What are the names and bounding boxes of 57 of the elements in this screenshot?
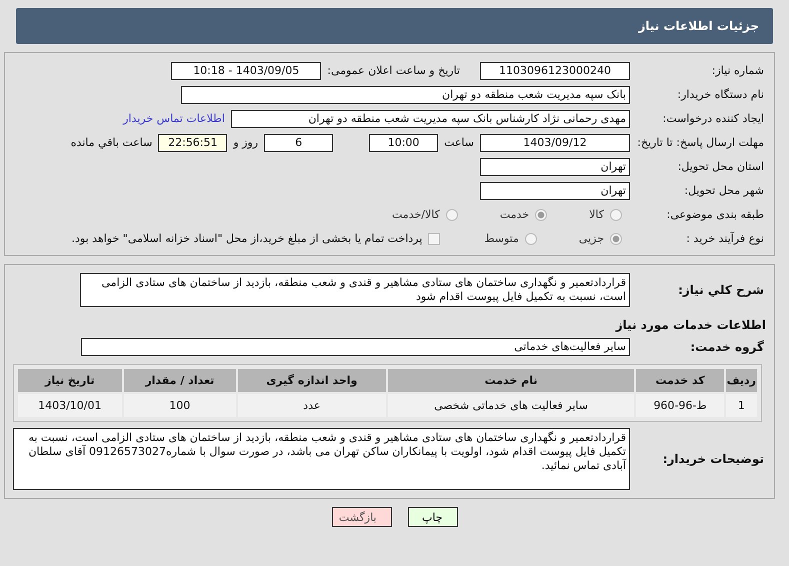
days-field: 6 bbox=[264, 134, 334, 152]
need-number-field: 1103096123000240 bbox=[480, 62, 630, 80]
time-label: ساعت bbox=[444, 136, 474, 149]
radio-label: خدمت bbox=[500, 208, 530, 221]
table-cell: عدد bbox=[238, 394, 386, 417]
field-label: نوع فرآیند خرید : bbox=[685, 232, 765, 245]
radio-button[interactable] bbox=[535, 208, 548, 220]
service-group-field: سایر فعالیت‌های خدماتی bbox=[81, 338, 630, 356]
table-cell: ط-96-960 bbox=[636, 394, 724, 417]
radio-label: جزیی bbox=[578, 232, 604, 245]
radio-label: کالا bbox=[589, 208, 604, 221]
days-label: روز و bbox=[233, 136, 258, 149]
deadline-time-field: 10:00 bbox=[369, 134, 438, 152]
buyer-notes-box: قراردادتعمیر و نگهداری ساختمان های ستادی مشاهیر و قندی و شعب منطقه، بازدید از ساختمان های ستادی الزامی است، نسبت به تکمیل فایل پیوست اقدام شود، اولویت با پیمانکاران ساکن تهران می باشد، در صورت سوال با شماره09126573027 آقای سلطان آبادی تماس نمائید. bbox=[13, 428, 630, 490]
creator-field: مهدی رحمانی نژاد کارشناس بانک سپه مدیریت شعب منطقه دو تهران bbox=[231, 110, 630, 128]
table-cell: 1 bbox=[726, 394, 757, 417]
radio-button[interactable] bbox=[610, 232, 622, 244]
field-label: گروه خدمت: bbox=[689, 340, 765, 354]
deadline-date-field: 1403/09/12 bbox=[480, 134, 630, 152]
field-label: مهلت ارسال پاسخ: تا تاریخ: bbox=[636, 135, 765, 150]
field-label: شرح کلي نیاز: bbox=[677, 283, 765, 297]
section-heading: اطلاعات خدمات مورد نیاز bbox=[616, 318, 766, 332]
buyer-org-field: بانک سپه مدیریت شعب منطقه دو تهران bbox=[181, 86, 630, 104]
column-header: تاریخ نیاز bbox=[18, 369, 122, 392]
remaining-time-field: 22:56:51 bbox=[158, 134, 228, 152]
table-cell: 100 bbox=[124, 394, 236, 417]
column-header: ردیف bbox=[726, 369, 757, 392]
field-label: تاریخ و ساعت اعلان عمومی: bbox=[327, 64, 460, 77]
province-field: تهران bbox=[480, 158, 630, 176]
field-label: شهر محل تحویل: bbox=[683, 184, 765, 197]
field-label: نام دستگاه خریدار: bbox=[676, 88, 765, 101]
checkbox[interactable] bbox=[428, 232, 440, 244]
radio-label: متوسط bbox=[484, 232, 519, 245]
remaining-label: ساعت باقي مانده bbox=[70, 136, 152, 149]
radio-label: کالا/خدمت bbox=[392, 208, 440, 221]
field-label: توضیحات خریدار: bbox=[662, 452, 765, 466]
column-header: تعداد / مقدار bbox=[124, 369, 236, 392]
field-label: شماره نیاز: bbox=[710, 64, 765, 77]
column-header: نام خدمت bbox=[388, 369, 634, 392]
description-box: قراردادتعمیر و نگهداری ساختمان های ستادی مشاهیر و قندی و شعب منطقه، بازدید از ساختمان های ستادی الزامی است، نسبت به تکمیل فایل پیوست اقدام شود bbox=[80, 273, 630, 307]
print-button[interactable]: چاپ bbox=[408, 507, 458, 527]
column-header: کد خدمت bbox=[636, 369, 724, 392]
city-field: تهران bbox=[480, 182, 630, 200]
buyer-contact-link[interactable]: اطلاعات تماس خریدار bbox=[123, 112, 225, 125]
field-label: طبقه بندی موضوعی: bbox=[666, 208, 765, 221]
radio-button[interactable] bbox=[610, 208, 622, 220]
back-button[interactable]: بازگشت bbox=[332, 507, 392, 527]
field-label: استان محل تحویل: bbox=[676, 160, 765, 173]
page-title: جزئیات اطلاعات نیاز bbox=[638, 19, 759, 33]
table-cell: سایر فعالیت های خدماتی شخصی bbox=[388, 394, 634, 417]
field-label: ایجاد کننده درخواست: bbox=[662, 112, 765, 125]
announce-date-field: 1403/09/05 - 10:18 bbox=[171, 62, 322, 80]
payment-note: پرداخت تمام یا بخشی از مبلغ خرید،از محل "اسناد خزانه اسلامی" خواهد بود. bbox=[72, 232, 422, 245]
radio-button[interactable] bbox=[524, 232, 537, 244]
column-header: واحد اندازه گیری bbox=[238, 369, 386, 392]
table-cell: 1403/10/01 bbox=[18, 394, 122, 417]
radio-button[interactable] bbox=[446, 208, 458, 220]
